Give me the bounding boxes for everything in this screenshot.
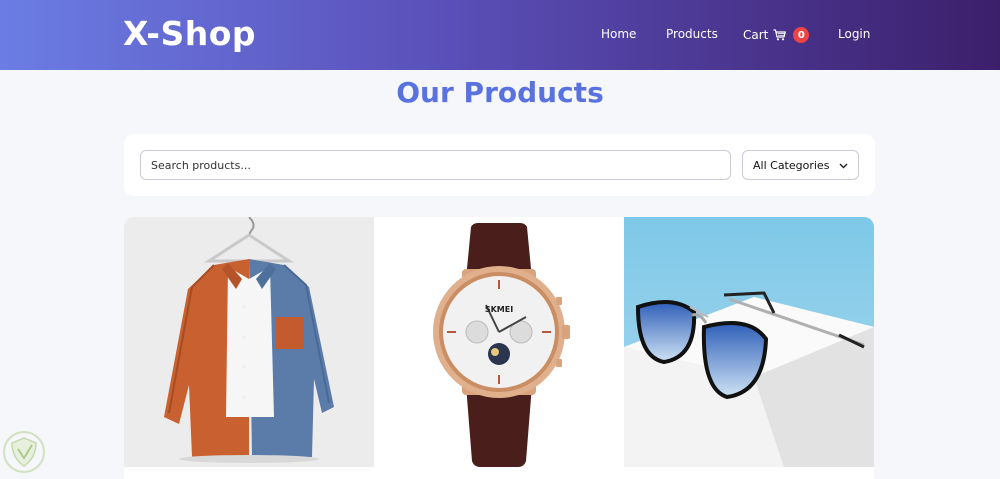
page-title: Our Products	[396, 76, 604, 109]
watch-image: SKMEI	[374, 217, 624, 467]
filter-panel: All Categories	[124, 134, 875, 196]
sunglasses-image	[624, 217, 874, 467]
search-input[interactable]	[140, 150, 731, 180]
shield-logo-icon	[2, 430, 46, 478]
product-card[interactable]	[124, 217, 374, 479]
category-select[interactable]: All Categories	[742, 150, 859, 180]
navbar: X-Shop Home Products Cart 0 Login	[0, 0, 1000, 70]
category-select-value: All Categories	[753, 158, 830, 172]
shirt-image	[124, 217, 374, 467]
product-card[interactable]: SKMEI	[374, 217, 624, 479]
nav-cart-link[interactable]: Cart 0	[743, 27, 810, 43]
shopping-cart-icon	[773, 29, 787, 41]
nav-home-link[interactable]: Home	[601, 27, 636, 41]
svg-text:SKMEI: SKMEI	[485, 305, 513, 314]
nav-products-link[interactable]: Products	[666, 27, 718, 41]
nav-cart-label: Cart	[743, 28, 769, 42]
nav-login-link[interactable]: Login	[838, 27, 870, 41]
cart-count-badge: 0	[793, 27, 810, 43]
chevron-down-icon	[839, 159, 848, 172]
product-card[interactable]	[624, 217, 874, 479]
logo[interactable]: X-Shop	[123, 14, 256, 53]
